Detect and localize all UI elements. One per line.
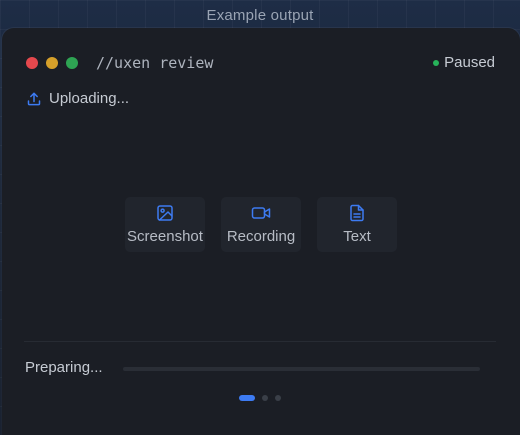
- upload-status: Uploading...: [26, 90, 129, 107]
- video-camera-icon: [251, 204, 271, 222]
- recording-option-button[interactable]: Recording: [221, 197, 301, 252]
- capture-options: Screenshot Recording Text: [125, 197, 397, 252]
- text-option-button[interactable]: Text: [317, 197, 397, 252]
- status-dot: [433, 59, 440, 66]
- page-dot-2[interactable]: [262, 395, 268, 401]
- status-label: Paused: [444, 54, 495, 71]
- recording-option-label: Recording: [226, 228, 296, 245]
- minimize-window-button[interactable]: [46, 57, 58, 69]
- page-dot-1[interactable]: [239, 395, 255, 401]
- screenshot-option-button[interactable]: Screenshot: [125, 197, 205, 252]
- document-icon: [349, 204, 365, 222]
- upload-icon: [26, 91, 42, 107]
- screenshot-option-label: Screenshot: [127, 228, 203, 245]
- caption: Example output: [206, 7, 314, 24]
- upload-label: Uploading...: [49, 90, 130, 107]
- status-indicator: Paused: [433, 54, 495, 71]
- preparing-label: Preparing...: [25, 359, 103, 376]
- close-window-button[interactable]: [26, 57, 38, 69]
- progress-bar: [123, 367, 480, 371]
- app-window: //uxen review Paused Uploading... Screen…: [2, 28, 520, 435]
- divider: [24, 341, 496, 342]
- window-title: //uxen review: [96, 54, 214, 72]
- page-indicator: [239, 395, 281, 401]
- maximize-window-button[interactable]: [66, 57, 78, 69]
- image-icon: [156, 204, 174, 222]
- page-dot-3[interactable]: [275, 395, 281, 401]
- text-option-label: Text: [343, 228, 371, 245]
